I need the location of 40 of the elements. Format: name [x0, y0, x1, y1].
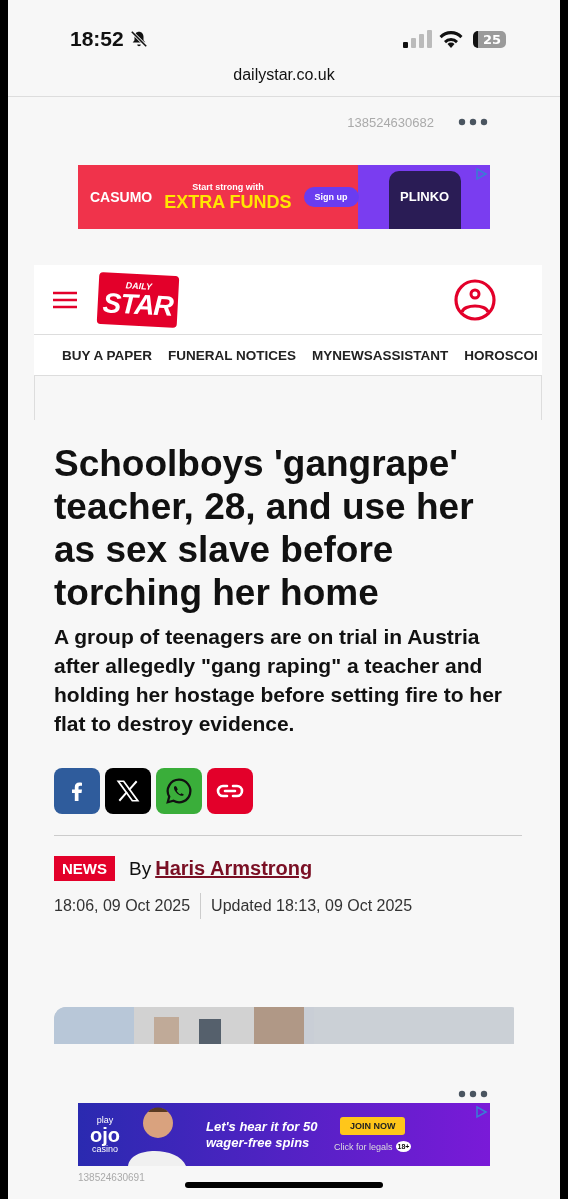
ad-headline: EXTRA FUNDS — [164, 191, 292, 213]
category-tag[interactable]: NEWS — [54, 856, 115, 881]
ad-id: 138524630691 — [78, 1172, 146, 1183]
account-icon[interactable] — [454, 278, 496, 321]
share-button[interactable] — [156, 768, 202, 814]
whatsapp-icon — [164, 776, 194, 806]
updated-time: Updated 18:13, 09 Oct 2025 — [211, 897, 413, 915]
published-time: 18:06, 09 Oct 2025 — [54, 897, 191, 915]
status-time: 18:52 — [70, 27, 124, 51]
share-button[interactable] — [105, 768, 151, 814]
author-link[interactable]: Haris Armstrong — [155, 857, 313, 880]
url-text[interactable]: dailystar.co.uk — [233, 66, 335, 83]
byline-label: By — [129, 857, 152, 880]
ad-headline: Let's hear it for 50 wager-free spins — [206, 1118, 319, 1151]
ad-tagline: Start strong with — [192, 181, 264, 192]
share-button[interactable] — [54, 768, 100, 814]
phone-drawing: PLINKO — [388, 171, 461, 229]
ad-signup-button[interactable]: Sign up — [303, 187, 359, 207]
wifi-icon — [438, 30, 463, 48]
site-logo[interactable]: DAILY STAR — [96, 271, 180, 328]
more-icon[interactable] — [458, 1090, 488, 1098]
nav-link[interactable]: BUY A PAPER — [62, 348, 153, 363]
nav-link[interactable]: FUNERAL NOTICES — [168, 348, 297, 363]
ad-brand: play ojo casino — [90, 1115, 120, 1154]
article-standfirst: A group of teenagers are on trial in Austria after allegedly "gang raping" a teacher and holding her hostage before setting fire to her flat to destroy evidence. — [54, 624, 504, 737]
battery-indicator: 25 — [472, 30, 506, 48]
muted-bell-icon — [129, 30, 148, 48]
ad-brand: CASUMO — [90, 189, 153, 205]
more-icon[interactable] — [458, 118, 488, 126]
ad-id: 138524630682 — [347, 114, 434, 130]
nav-link[interactable]: HOROSCOI — [464, 348, 538, 363]
nav-link[interactable]: MYNEWSASSISTANT — [312, 348, 449, 363]
menu-icon[interactable] — [52, 289, 78, 310]
ad-banner[interactable]: CASUMO Start strong with EXTRA FUNDS Sign up PLINKO — [78, 165, 490, 229]
x-icon — [115, 778, 141, 804]
article-headline: Schoolboys 'gangrape' teacher, 28, and use her as sex slave before torching her home — [54, 442, 475, 614]
ad-join-button[interactable]: JOIN NOW — [339, 1117, 406, 1135]
ad-legal-text[interactable]: Click for legals — [334, 1141, 393, 1152]
link-icon — [216, 783, 244, 799]
signal-icon — [402, 30, 433, 48]
